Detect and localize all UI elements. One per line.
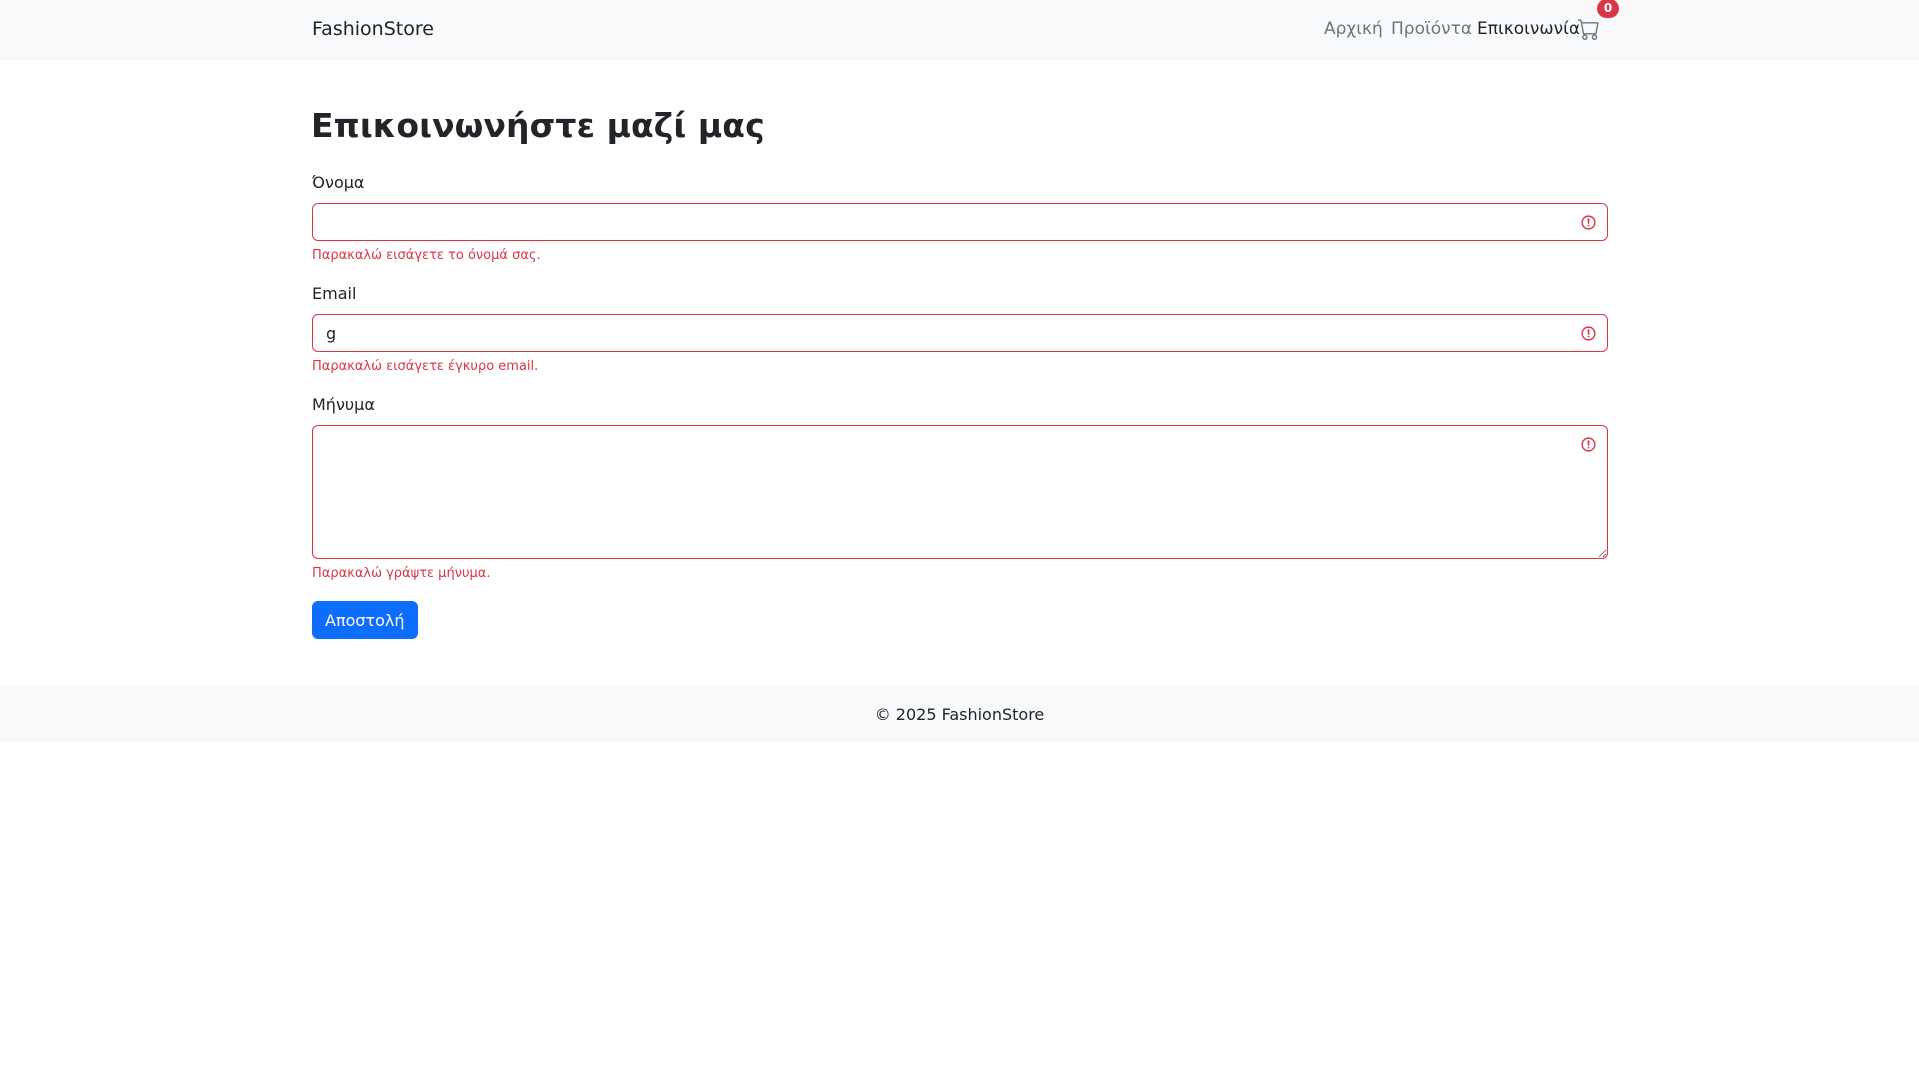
footer-copyright: © 2025 FashionStore <box>874 705 1045 724</box>
email-error-message: Παρακαλώ εισάγετε έγκυρο email. <box>312 359 539 374</box>
name-error-message: Παρακαλώ εισάγετε το όνομά σας. <box>312 248 541 263</box>
email-input[interactable] <box>312 314 1608 352</box>
error-icon <box>1580 436 1597 453</box>
message-textarea[interactable] <box>312 425 1608 559</box>
page-title: Επικοινωνήστε μαζί μας <box>311 106 765 145</box>
cart-count-badge: 0 <box>1597 0 1619 18</box>
nav-link-home[interactable]: Αρχική <box>1324 19 1383 39</box>
email-label: Email <box>312 284 357 303</box>
cart-button[interactable] <box>1578 18 1600 42</box>
message-error-message: Παρακαλώ γράψτε μήνυμα. <box>312 566 491 581</box>
name-label: Όνομα <box>312 173 365 192</box>
cart-icon <box>1578 18 1600 40</box>
navbar: FashionStore Αρχική Προϊόντα Επικοινωνία… <box>0 0 1919 60</box>
nav-link-contact[interactable]: Επικοινωνία <box>1477 19 1580 39</box>
error-icon <box>1580 214 1597 231</box>
submit-button[interactable]: Αποστολή <box>312 601 418 639</box>
message-label: Μήνυμα <box>312 395 375 414</box>
name-input[interactable] <box>312 203 1608 241</box>
nav-link-products[interactable]: Προϊόντα <box>1391 19 1472 39</box>
footer: © 2025 FashionStore <box>0 687 1919 743</box>
brand-link[interactable]: FashionStore <box>312 18 434 40</box>
error-icon <box>1580 325 1597 342</box>
